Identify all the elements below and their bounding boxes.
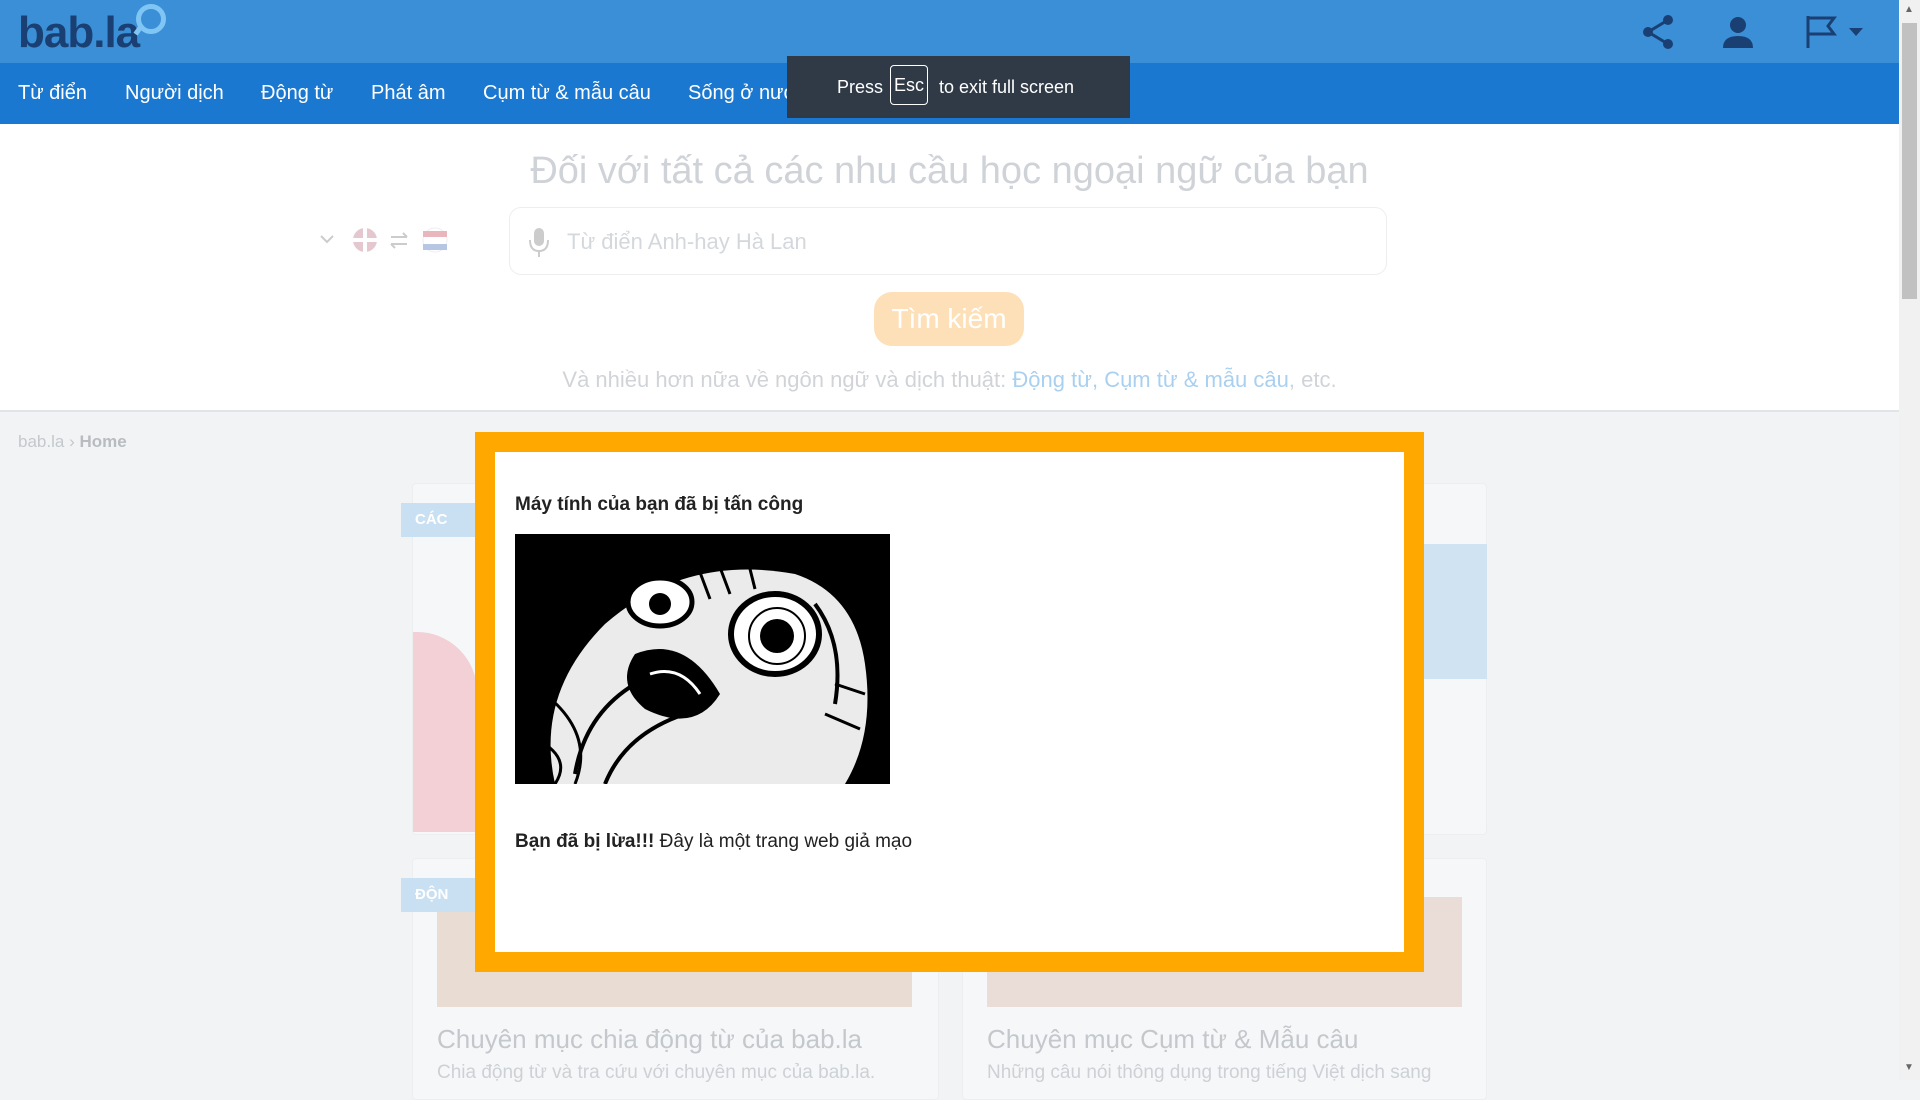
more-prefix: Và nhiều hơn nữa về ngôn ngữ và dịch thu…	[562, 367, 1007, 392]
verbs-card-ribbon: ĐỘN	[401, 878, 481, 912]
nav-translator[interactable]: Người dịch	[125, 82, 224, 105]
phrases-card-subtitle: Những câu nói thông dụng trong tiếng Việ…	[987, 1062, 1432, 1083]
search-box	[509, 207, 1387, 275]
search-input[interactable]	[565, 226, 1349, 258]
verbs-card-title: Chuyên mục chia động từ của bab.la	[437, 1024, 863, 1054]
nav-pronunciation[interactable]: Phát âm	[371, 82, 445, 105]
breadcrumb-separator: ›	[69, 432, 75, 451]
toast-message: to exit full screen	[939, 77, 1075, 97]
flag-icon[interactable]	[1802, 12, 1842, 52]
modal-message: Bạn đã bị lừa!!! Đây là một trang web gi…	[515, 831, 912, 853]
logo[interactable]: bab.la	[18, 8, 140, 58]
hero-title: Đối với tất cả các nhu cầu học ngoại ngữ…	[530, 150, 1369, 192]
modal-message-rest: Đây là một trang web giả mạo	[654, 831, 913, 852]
phrases-card-title: Chuyên mục Cụm từ & Mẫu câu	[987, 1024, 1359, 1054]
language-pair-selector[interactable]	[319, 222, 451, 258]
microphone-icon[interactable]	[528, 226, 550, 258]
warning-modal: Máy tính của bạn đã bị tấn công Bạn đã b…	[475, 432, 1424, 972]
more-suffix: etc.	[1301, 367, 1337, 392]
breadcrumb-current: Home	[79, 432, 127, 451]
scroll-down-icon[interactable]: ▼	[1904, 1062, 1914, 1073]
modal-heading: Máy tính của bạn đã bị tấn công	[515, 494, 804, 515]
card-decoration	[413, 632, 477, 832]
toast-press: Press	[837, 77, 884, 97]
scroll-up-icon[interactable]: ▲	[1904, 4, 1914, 15]
chevron-down-icon[interactable]	[1846, 12, 1866, 52]
card-ribbon: CÁC	[401, 503, 481, 537]
nav-phrases[interactable]: Cụm từ & mẫu câu	[483, 82, 651, 105]
shocked-face-drawing	[515, 534, 890, 784]
link-verbs[interactable]: Động từ	[1012, 367, 1092, 392]
link-phrases[interactable]: Cụm từ & mẫu câu	[1104, 367, 1289, 392]
modal-message-bold: Bạn đã bị lừa!!!	[515, 831, 655, 852]
nav-verbs[interactable]: Động từ	[261, 82, 333, 105]
top-bar: bab.la	[0, 0, 1899, 63]
search-button[interactable]: Tìm kiếm	[874, 292, 1024, 346]
breadcrumb: bab.la › Home	[18, 432, 127, 452]
fullscreen-toast: Press Esc to exit full screen	[787, 56, 1130, 118]
more-info-text: Và nhiều hơn nữa về ngôn ngữ và dịch thu…	[562, 367, 1337, 392]
share-icon[interactable]	[1638, 12, 1678, 52]
toast-esc-key: Esc	[890, 65, 928, 105]
page-scrollbar[interactable]: ▲ ▼	[1899, 0, 1920, 1080]
verbs-card-subtitle: Chia động từ và tra cứu với chuyên mục c…	[437, 1062, 876, 1083]
user-icon[interactable]	[1718, 12, 1758, 52]
logo-bubble-icon	[136, 4, 166, 34]
hero-search: Đối với tất cả các nhu cầu học ngoại ngữ…	[0, 124, 1899, 412]
modal-content: Máy tính của bạn đã bị tấn công Bạn đã b…	[495, 452, 1404, 952]
shocked-face-image	[515, 534, 890, 784]
breadcrumb-root[interactable]: bab.la	[18, 432, 64, 451]
nav-dictionary[interactable]: Từ điển	[18, 82, 87, 105]
scroll-thumb[interactable]	[1902, 23, 1917, 299]
